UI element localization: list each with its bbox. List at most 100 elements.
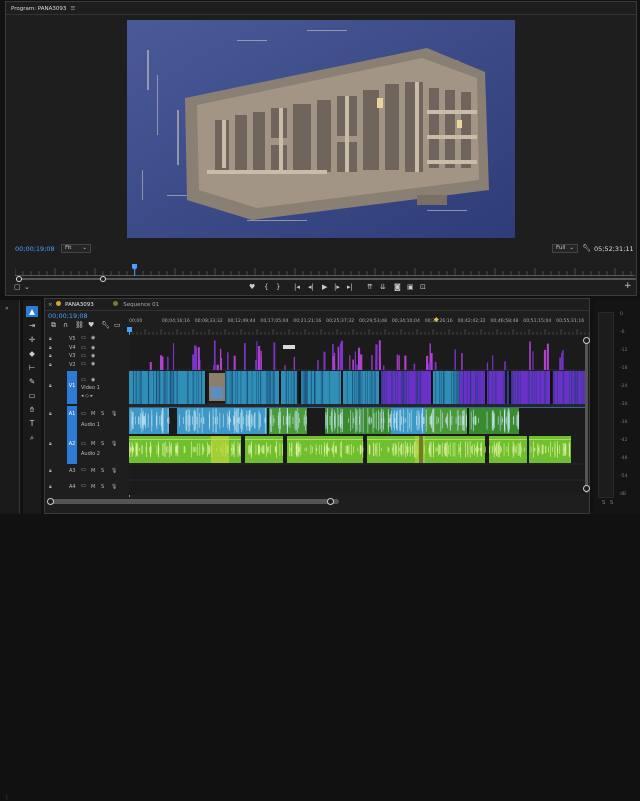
chevron-down-icon[interactable]: ⌄ <box>24 283 30 291</box>
track-select-tool-icon[interactable]: ⇥ <box>26 320 38 331</box>
button-editor-icon[interactable]: ⊡ <box>420 283 426 291</box>
snap-icon[interactable]: ∩ <box>63 321 68 329</box>
timeline-timecode[interactable]: 00;00;19;08 <box>48 312 88 320</box>
sync-lock-icon[interactable]: ▭ <box>81 483 86 489</box>
playhead-handle[interactable] <box>127 327 132 332</box>
zoom-tool-icon[interactable]: ⌕ <box>26 432 38 443</box>
tab-pana3093[interactable]: PANA3093 <box>65 302 94 308</box>
lock-icon[interactable]: 🔒︎ <box>49 411 52 417</box>
lock-icon[interactable]: 🔒︎ <box>49 383 52 389</box>
track-header-a3[interactable]: 🔒︎ A3 ▭ M S 🎙︎ <box>45 464 129 480</box>
sync-lock-icon[interactable]: ▭ <box>81 345 86 351</box>
zoom-handle-left[interactable] <box>16 276 22 282</box>
lock-icon[interactable]: 🔒︎ <box>49 484 52 490</box>
wrench-icon[interactable]: 🔧︎ <box>582 244 591 252</box>
track-header-a2[interactable]: 🔒︎ A2 ▭ M S 🎙︎ Audio 2 <box>45 436 129 464</box>
playhead-timecode[interactable]: 00;00;19;08 <box>15 245 55 253</box>
track-header-v1[interactable]: 🔒︎ V1 ▭ ◉ Video 1 ◂ ◇ ▸ <box>45 371 129 404</box>
add-marker-icon[interactable]: ♥ <box>88 321 94 329</box>
slip-tool-icon[interactable]: ⊢ <box>26 362 38 373</box>
eye-icon[interactable]: ◉ <box>91 353 95 359</box>
captions-icon[interactable]: ▭ <box>114 321 121 329</box>
pen-tool-icon[interactable]: ✎ <box>26 376 38 387</box>
tab-sequence-01[interactable]: Sequence 01 <box>123 302 159 308</box>
track-header-a1[interactable]: 🔒︎ A1 ▭ M S 🎙︎ Audio 1 <box>45 406 129 436</box>
solo-button[interactable]: S <box>101 468 104 474</box>
sync-lock-icon[interactable]: ▭ <box>81 467 86 473</box>
sync-lock-icon[interactable]: ▭ <box>81 361 86 367</box>
zoom-level-select[interactable]: Fit ⌄ <box>61 244 91 253</box>
timeline-tracks[interactable] <box>129 335 587 495</box>
lock-icon[interactable]: 🔒︎ <box>49 336 52 342</box>
microphone-icon[interactable]: 🎙︎ <box>111 484 117 490</box>
go-to-out-icon[interactable]: ▸| <box>347 283 353 291</box>
timeline-ruler[interactable]: 00;00 00;04;16;16 00;08;33;32 00;12;49;44 00… <box>129 316 589 335</box>
horizontal-scrollbar[interactable] <box>49 499 339 504</box>
lock-icon[interactable]: 🔒︎ <box>49 353 52 359</box>
solo-right-button[interactable]: S <box>610 500 613 506</box>
microphone-icon[interactable]: 🎙︎ <box>111 411 117 417</box>
linked-selection-icon[interactable]: ⛓︎ <box>75 321 84 329</box>
step-forward-icon[interactable]: |▸ <box>334 283 340 291</box>
solo-button[interactable]: S <box>101 484 104 490</box>
mute-button[interactable]: M <box>91 441 95 447</box>
monitor-time-ruler[interactable] <box>14 262 635 276</box>
close-icon[interactable]: × <box>48 302 53 308</box>
lock-icon[interactable]: 🔒︎ <box>49 441 52 447</box>
track-header-v3[interactable]: 🔒︎ V3 ▭ ◉ <box>45 353 129 361</box>
razor-tool-icon[interactable]: ◆ <box>26 348 38 359</box>
eye-icon[interactable]: ◉ <box>91 335 95 341</box>
mute-button[interactable]: M <box>91 484 95 490</box>
insert-sequence-icon[interactable]: ⧉ <box>51 321 56 330</box>
sync-lock-icon[interactable]: ▭ <box>81 377 86 383</box>
lift-icon[interactable]: ⇈ <box>367 283 373 291</box>
rectangle-tool-icon[interactable]: ▭ <box>26 390 38 401</box>
selection-tool-icon[interactable]: ▲ <box>26 306 38 317</box>
eye-icon[interactable]: ◉ <box>91 377 95 383</box>
monitor-title[interactable]: Program: PANA3093 ☰ <box>11 6 75 12</box>
hand-tool-icon[interactable]: ✋︎ <box>26 404 38 415</box>
ripple-edit-tool-icon[interactable]: ✛ <box>26 334 38 345</box>
solo-button[interactable]: S <box>101 441 104 447</box>
track-header-v4[interactable]: 🔒︎ V4 ▭ ◉ <box>45 345 129 353</box>
panel-menu-icon[interactable]: » <box>5 305 9 312</box>
track-target-a2[interactable]: A2 <box>67 436 77 464</box>
vscroll-handle-bottom[interactable] <box>583 485 590 492</box>
lock-icon[interactable]: 🔒︎ <box>49 345 52 351</box>
vscroll-handle-top[interactable] <box>583 337 590 344</box>
lock-icon[interactable]: 🔒︎ <box>49 468 52 474</box>
track-target-v1[interactable]: V1 <box>67 371 77 404</box>
mark-in-icon[interactable]: { <box>264 283 268 291</box>
go-to-in-icon[interactable]: |◂ <box>294 283 300 291</box>
mute-button[interactable]: M <box>91 468 95 474</box>
export-frame-icon[interactable]: ◙ <box>394 283 401 291</box>
mute-button[interactable]: M <box>91 411 95 417</box>
hscroll-handle-left[interactable] <box>47 498 54 505</box>
monitor-zoom-scrollbar[interactable] <box>16 276 636 282</box>
solo-left-button[interactable]: S <box>602 500 605 506</box>
play-icon[interactable]: ▶ <box>322 283 327 291</box>
track-header-v5[interactable]: 🔒︎ V5 ▭ ◉ <box>45 335 129 345</box>
compare-view-icon[interactable]: ▣ <box>407 283 414 291</box>
settings-icon[interactable]: ▢ <box>14 283 21 291</box>
step-back-icon[interactable]: ◂| <box>308 283 314 291</box>
menu-icon[interactable]: ☰ <box>70 6 75 12</box>
microphone-icon[interactable]: 🎙︎ <box>111 441 117 447</box>
sync-lock-icon[interactable]: ▭ <box>81 411 86 417</box>
track-header-v2[interactable]: 🔒︎ V2 ▭ ◉ <box>45 361 129 371</box>
vertical-scrollbar[interactable] <box>585 337 588 493</box>
panel-resize-icon[interactable]: ⋮ <box>4 794 10 801</box>
sync-lock-icon[interactable]: ▭ <box>81 335 86 341</box>
video-frame[interactable] <box>127 20 515 238</box>
add-marker-icon[interactable]: ♥ <box>249 283 255 291</box>
resolution-select[interactable]: Full ⌄ <box>552 244 578 253</box>
microphone-icon[interactable]: 🎙︎ <box>111 468 117 474</box>
lock-icon[interactable]: 🔒︎ <box>49 362 52 368</box>
hscroll-handle-right[interactable] <box>327 498 334 505</box>
extract-icon[interactable]: ⇊ <box>380 283 386 291</box>
marker-icon[interactable]: ◆ <box>434 316 439 323</box>
sync-lock-icon[interactable]: ▭ <box>81 441 86 447</box>
track-header-a4[interactable]: 🔒︎ A4 ▭ M S 🎙︎ <box>45 480 129 496</box>
sync-lock-icon[interactable]: ▭ <box>81 353 86 359</box>
keyframe-nav-icon[interactable]: ◂ ◇ ▸ <box>81 393 93 399</box>
